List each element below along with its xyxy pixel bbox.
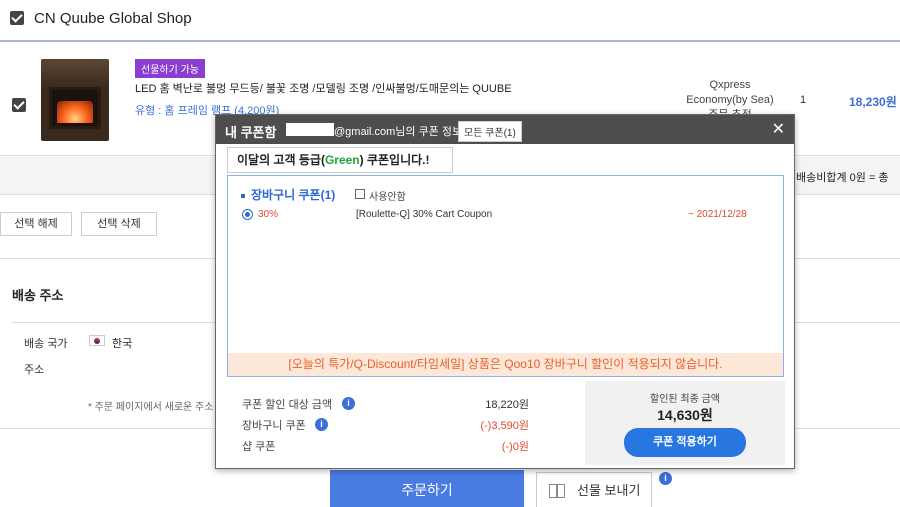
info-icon[interactable]: i	[315, 418, 328, 431]
all-coupons-button[interactable]: 모든 쿠폰(1)	[458, 121, 522, 142]
item-quantity: 1	[800, 94, 807, 106]
gift-icon	[549, 484, 565, 498]
info-icon[interactable]: i	[659, 472, 672, 485]
modal-title: 내 쿠폰함	[225, 125, 277, 140]
close-icon[interactable]: ✕	[772, 119, 785, 139]
calc-value-shop-coupon: (-)0원	[501, 441, 529, 453]
country-label: 배송 국가	[24, 338, 68, 350]
coupon-owner-info: @gmail.com님의 쿠폰 정보	[334, 126, 463, 138]
address-label: 주소	[24, 364, 45, 376]
coupon-list: 장바구니 쿠폰(1) 사용안함 30% [Roulette-Q] 30% Car…	[227, 175, 784, 377]
final-amount-box: 할인된 최종 금액 14,630원 쿠폰 적용하기	[585, 381, 785, 465]
shop-header: CN Quube Global Shop	[0, 0, 900, 42]
cart-coupon-title: 장바구니 쿠폰(1)	[241, 186, 335, 203]
calc-label-shop-coupon: 샵 쿠폰	[242, 441, 276, 453]
calc-value-cart-coupon: (-)3,590원	[480, 420, 529, 432]
order-button[interactable]: 주문하기	[330, 470, 524, 507]
info-icon[interactable]: i	[342, 397, 355, 410]
modal-header: 내 쿠폰함 @gmail.com님의 쿠폰 정보 모든 쿠폰(1) ✕	[216, 115, 794, 144]
customer-grade-notice: 이달의 고객 등급(Green) 쿠폰입니다.!	[227, 147, 453, 173]
country-value[interactable]: 한국	[112, 335, 132, 351]
send-gift-button[interactable]: 선물 보내기	[536, 472, 652, 507]
grade-name: Green	[324, 153, 360, 167]
discount-warning: [오늘의 특가/Q-Discount/타임세일] 상품은 Qoo10 장바구니 …	[228, 353, 783, 376]
shipping-total: 배송비합계 0원 = 총	[796, 172, 889, 184]
item-checkbox[interactable]	[12, 98, 26, 112]
email-redaction	[286, 123, 334, 136]
address-note: * 주문 페이지에서 새로운 주소	[88, 402, 214, 413]
coupon-radio[interactable]	[242, 209, 253, 220]
coupon-expiry: ~ 2021/12/28	[688, 209, 747, 220]
korea-flag-icon	[89, 335, 105, 346]
calc-value-target: 18,220원	[485, 399, 529, 411]
apply-coupon-button[interactable]: 쿠폰 적용하기	[624, 428, 746, 457]
coupon-name: [Roulette-Q] 30% Cart Coupon	[356, 209, 493, 220]
not-use-label[interactable]: 사용안함	[369, 188, 406, 203]
delete-selected-button[interactable]: 선택 삭제	[81, 212, 157, 236]
deselect-button[interactable]: 선택 해제	[0, 212, 72, 236]
final-amount-label: 할인된 최종 금액	[650, 394, 720, 405]
shipping-carrier: Qxpress	[709, 79, 751, 91]
calc-label-cart-coupon: 장바구니 쿠폰	[242, 420, 306, 432]
product-title[interactable]: LED 홈 벽난로 불멍 무드등/ 불꽃 조명 /모델링 조명 /인싸불멍/도매…	[135, 80, 512, 96]
shop-name[interactable]: CN Quube Global Shop	[34, 10, 192, 27]
shipping-type: Economy(by Sea)	[686, 94, 774, 106]
grade-suffix: ) 쿠폰입니다.!	[359, 153, 430, 167]
final-amount: 14,630원	[657, 407, 713, 423]
grade-prefix: 이달의 고객 등급(	[237, 153, 325, 167]
shop-checkbox[interactable]	[10, 11, 24, 25]
coupon-percent: 30%	[258, 209, 279, 220]
gift-available-badge: 선물하기 가능	[135, 59, 205, 78]
send-gift-label: 선물 보내기	[577, 483, 641, 498]
product-thumbnail[interactable]	[41, 59, 109, 141]
item-price: 18,230원	[849, 95, 897, 109]
coupon-modal: 내 쿠폰함 @gmail.com님의 쿠폰 정보 모든 쿠폰(1) ✕ 이달의 …	[215, 114, 795, 469]
shipping-address-title: 배송 주소	[12, 288, 64, 303]
not-use-checkbox[interactable]	[355, 189, 365, 199]
calc-label-target: 쿠폰 할인 대상 금액	[242, 399, 333, 411]
